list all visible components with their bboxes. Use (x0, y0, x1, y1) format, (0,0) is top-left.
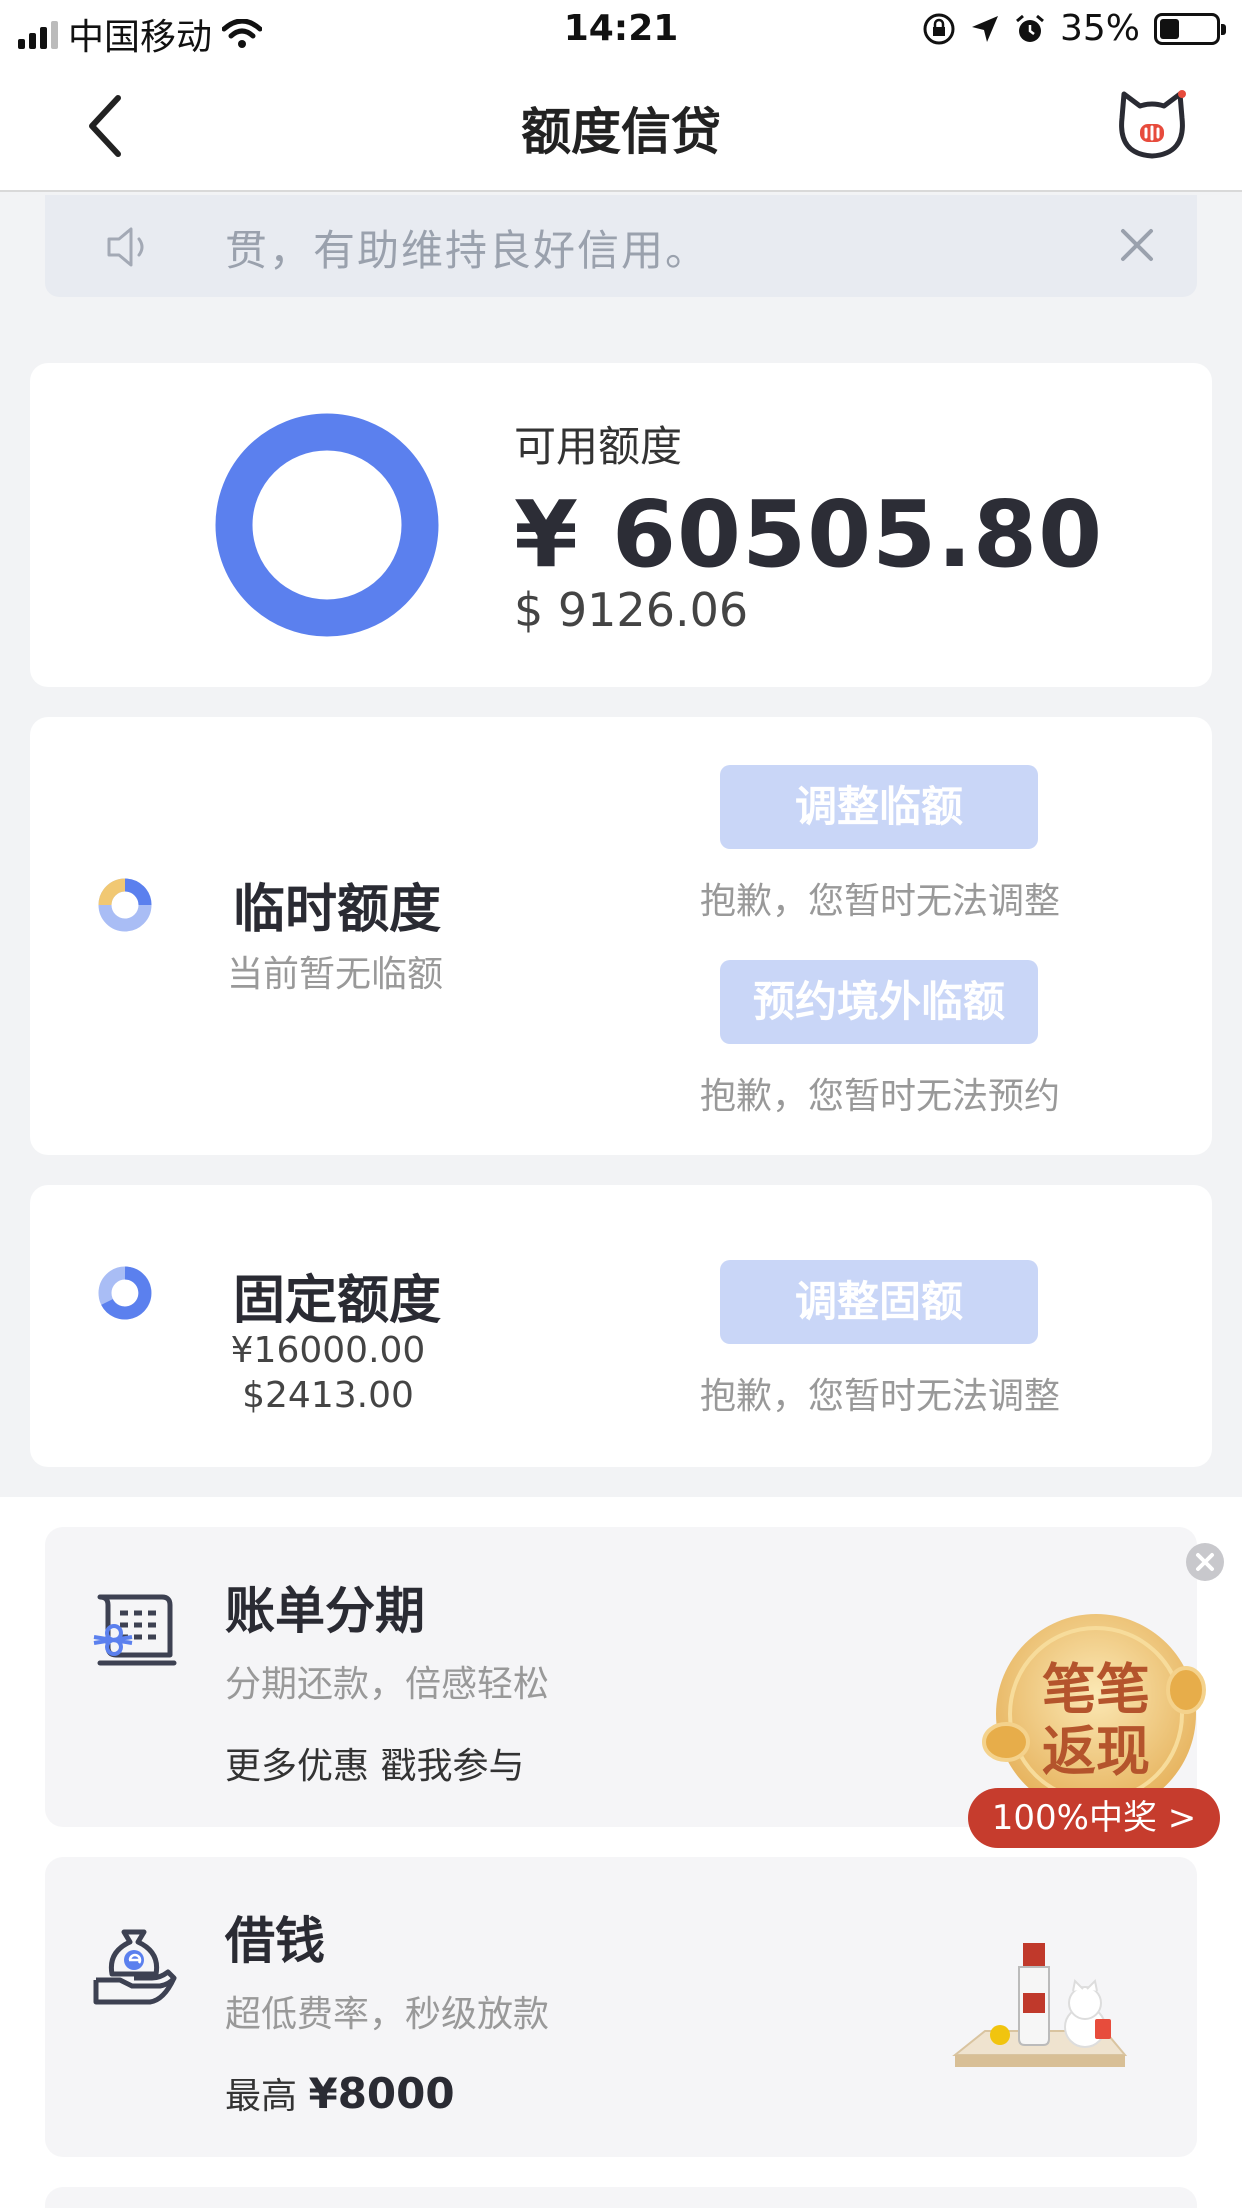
rotation-lock-icon (923, 13, 955, 44)
badge-line1: 笔笔 (1042, 1658, 1150, 1721)
adjust-fixed-note: 抱歉，您暂时无法调整 (699, 1376, 1060, 1417)
fixed-usd: $2413.00 (242, 1375, 414, 1416)
loan-subtitle: 超低费率，秒级放款 (225, 1994, 550, 2035)
speaker-icon (107, 227, 144, 267)
fixed-title: 固定额度 (233, 1271, 442, 1331)
available-usd: $ 9126.06 (514, 583, 749, 637)
reserve-overseas-note: 抱歉，您暂时无法预约 (699, 1076, 1060, 1117)
battery-fill (1160, 18, 1179, 39)
reserve-overseas-button[interactable]: 预约境外临额 (720, 960, 1038, 1044)
money-bag-hand-icon (93, 1929, 177, 2005)
next-service-card[interactable] (45, 2187, 1197, 2208)
temporary-ring-icon (98, 878, 152, 932)
battery-icon (1154, 12, 1226, 45)
adjust-temporary-button[interactable]: 调整临额 (720, 765, 1038, 849)
credit-ring-chart (215, 413, 439, 637)
battery-percent: 35% (1059, 8, 1140, 49)
loan-max-value: ¥8000 (308, 2069, 455, 2118)
installment-title: 账单分期 (225, 1582, 425, 1640)
close-icon[interactable] (1115, 223, 1159, 267)
adjust-temporary-note: 抱歉，您暂时无法调整 (699, 881, 1060, 922)
nav-bar: 额度信贷 (0, 62, 1242, 192)
loan-max-amount: 最高 ¥8000 (225, 2067, 455, 2119)
services-section: 账单分期 分期还款，倍感轻松 更多优惠 戳我参与 借钱 超低费率，秒级放款 最高… (0, 1497, 1242, 2208)
fixed-cny: ¥16000.00 (230, 1330, 426, 1371)
cat-mascot-icon[interactable] (1114, 88, 1190, 164)
temporary-title: 临时额度 (233, 880, 442, 940)
page-title: 额度信贷 (521, 103, 721, 161)
cashback-badge-pill[interactable]: 100%中奖 > (968, 1788, 1220, 1848)
adjust-fixed-button[interactable]: 调整固额 (720, 1260, 1038, 1344)
available-label: 可用额度 (514, 422, 683, 471)
fixed-credit-card: 固定额度 ¥16000.00 $2413.00 调整固额 抱歉，您暂时无法调整 (30, 1185, 1212, 1467)
temporary-credit-card: 临时额度 当前暂无临额 调整临额 抱歉，您暂时无法调整 预约境外临额 抱歉，您暂… (30, 717, 1212, 1155)
loan-title: 借钱 (225, 1912, 325, 1970)
status-bar: 中国移动 14:21 35% (0, 0, 1242, 62)
fixed-ring-icon (98, 1266, 152, 1320)
status-right: 35% (922, 8, 1226, 49)
loan-max-prefix: 最高 (225, 2076, 298, 2117)
installment-bill-icon (93, 1594, 177, 1666)
notice-bar: 贯，有助维持良好信用。 (45, 195, 1197, 297)
available-credit-card: 可用额度 ¥ 60505.80 $ 9126.06 (30, 363, 1212, 687)
badge-line2: 返现 (1042, 1720, 1150, 1783)
badge-close-icon[interactable] (1185, 1542, 1225, 1582)
installment-subtitle: 分期还款，倍感轻松 (225, 1664, 550, 1705)
notice-text: 贯，有助维持良好信用。 (225, 226, 710, 275)
available-cny: ¥ 60505.80 (514, 481, 1104, 588)
loan-illustration (952, 1943, 1128, 2067)
alarm-icon (1016, 14, 1044, 42)
location-icon (971, 15, 998, 42)
temporary-subtitle: 当前暂无临额 (227, 954, 444, 995)
installment-offer: 更多优惠 戳我参与 (225, 1746, 525, 1787)
